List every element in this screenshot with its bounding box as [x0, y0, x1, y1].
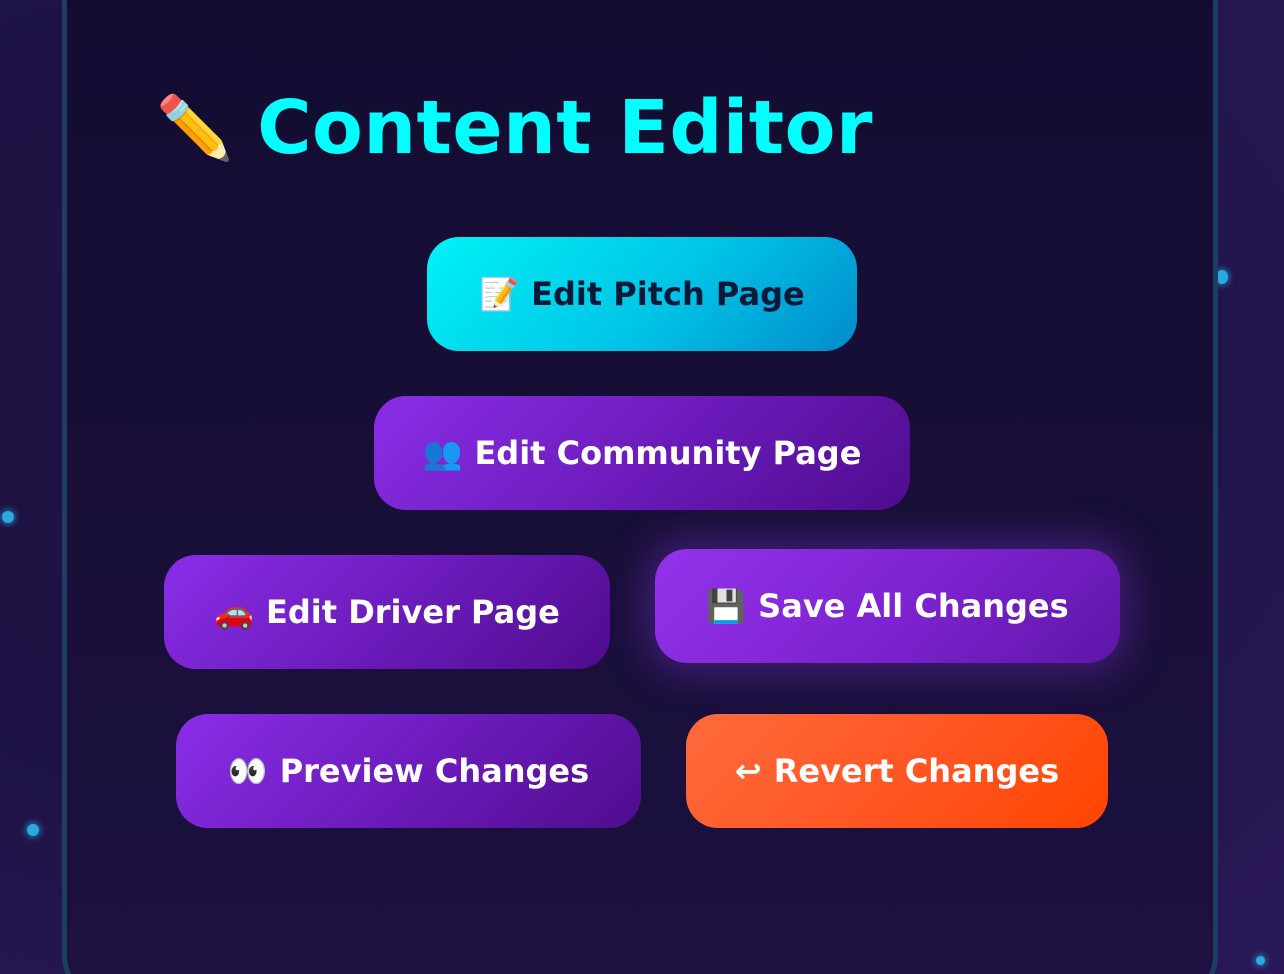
save-all-changes-button[interactable]: 💾 Save All Changes — [655, 549, 1120, 663]
eyes-icon: 👀 — [227, 752, 268, 790]
car-icon: 🚗 — [214, 593, 255, 631]
people-icon: 👥 — [422, 434, 463, 472]
edit-pitch-page-label: Edit Pitch Page — [531, 275, 805, 313]
revert-changes-label: Revert Changes — [773, 752, 1060, 790]
memo-icon: 📝 — [479, 275, 520, 313]
background-dot — [1256, 956, 1265, 965]
background-dot — [27, 824, 39, 836]
edit-pitch-page-button[interactable]: 📝 Edit Pitch Page — [427, 237, 857, 351]
undo-arrow-icon: ↩ — [734, 752, 762, 790]
background-dot — [2, 511, 14, 523]
edit-driver-page-button[interactable]: 🚗 Edit Driver Page — [164, 555, 610, 669]
edit-community-page-label: Edit Community Page — [474, 434, 862, 472]
edit-community-page-button[interactable]: 👥 Edit Community Page — [374, 396, 910, 510]
revert-changes-button[interactable]: ↩ Revert Changes — [686, 714, 1108, 828]
page-title: ✏️ Content Editor — [156, 86, 873, 170]
page-title-text: Content Editor — [257, 85, 874, 171]
edit-driver-page-label: Edit Driver Page — [266, 593, 560, 631]
preview-changes-label: Preview Changes — [279, 752, 590, 790]
pencil-icon: ✏️ — [156, 91, 234, 164]
preview-changes-button[interactable]: 👀 Preview Changes — [176, 714, 641, 828]
floppy-disk-icon: 💾 — [706, 587, 747, 625]
save-all-changes-label: Save All Changes — [758, 587, 1069, 625]
